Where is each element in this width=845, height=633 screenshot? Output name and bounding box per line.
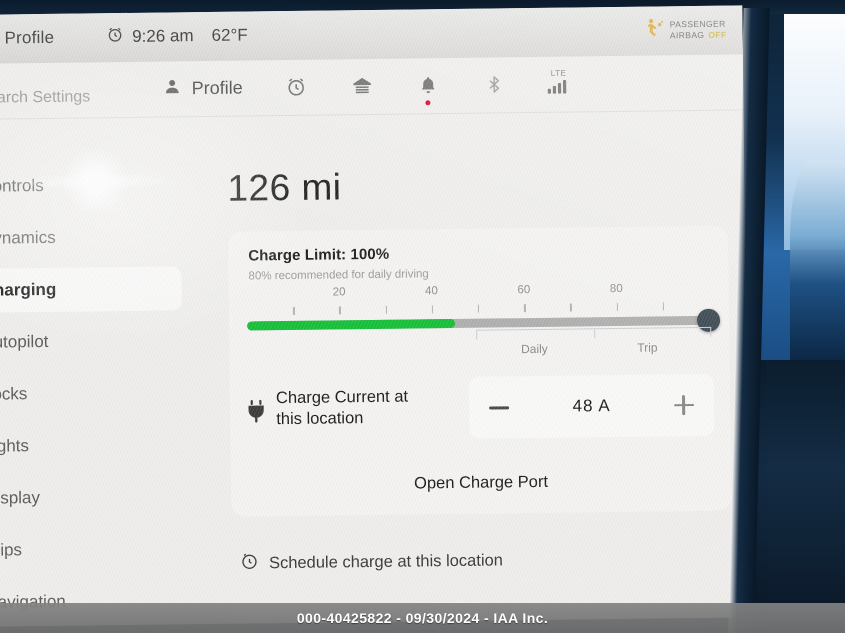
- sidebar-item-label: Locks: [0, 384, 28, 404]
- open-charge-port-button[interactable]: Open Charge Port: [231, 471, 731, 496]
- charge-zone-label-trip: Trip: [637, 340, 658, 355]
- charge-plug-icon: [246, 399, 266, 423]
- alarm-clock-icon[interactable]: [283, 74, 309, 100]
- sidebar-item-label: Dynamics: [0, 227, 56, 248]
- garage-door-icon[interactable]: [349, 73, 375, 99]
- sidebar-list: Controls Dynamics Charging Autopilot Loc…: [0, 158, 188, 626]
- airbag-line1: PASSENGER: [669, 18, 726, 30]
- background-blue-car: [790, 160, 845, 360]
- lte-label: LTE: [550, 68, 567, 78]
- status-bar-clock[interactable]: 9:26 am: [106, 25, 194, 48]
- status-bar-profile-label[interactable]: Profile: [4, 28, 54, 49]
- schedule-clock-icon: [240, 551, 259, 575]
- sidebar-item-controls[interactable]: Controls: [0, 158, 183, 212]
- charge-current-label-line2: this location: [276, 409, 364, 429]
- sidebar-item-lights[interactable]: Lights: [0, 418, 186, 472]
- connectivity-indicator[interactable]: LTE: [547, 69, 571, 99]
- charge-limit-subtitle: 80% recommended for daily driving: [248, 268, 429, 283]
- schedule-charge-row[interactable]: Schedule charge at this location: [240, 548, 503, 575]
- sidebar-item-label: Trips: [0, 540, 23, 560]
- bluetooth-icon[interactable]: [481, 71, 507, 97]
- charge-zone-bracket: [476, 326, 712, 340]
- status-bar-temperature[interactable]: 62°F: [211, 25, 247, 45]
- sidebar-item-dynamics[interactable]: Dynamics: [0, 210, 183, 264]
- charge-zone-label-daily: Daily: [520, 341, 548, 357]
- sidebar-item-label: Charging: [0, 279, 57, 300]
- charge-current-stepper: 48 A: [468, 373, 715, 439]
- watermark-band: 000-40425822 - 09/30/2024 - IAA Inc.: [0, 603, 845, 633]
- sidebar-item-autopilot[interactable]: Autopilot: [0, 314, 185, 368]
- sidebar-item-label: Display: [0, 488, 41, 508]
- charge-zone-divider: [593, 329, 595, 339]
- sidebar-item-label: Controls: [0, 175, 44, 196]
- settings-sidebar: Search Settings Controls Dynamics Chargi…: [0, 72, 188, 626]
- decrease-current-button[interactable]: [489, 405, 510, 410]
- slider-tick-label: 60: [517, 284, 531, 297]
- charging-panel: 126 mi Charge Limit: 100% 80% recommende…: [187, 115, 750, 627]
- slider-ticks: 20 40 60 80: [247, 283, 709, 318]
- airbag-state: OFF: [708, 29, 727, 41]
- range-readout: 126 mi: [227, 166, 342, 209]
- status-bar-time: 9:26 am: [132, 26, 194, 46]
- charge-current-value: 48 A: [572, 396, 611, 416]
- slider-tick-label: 20: [332, 286, 346, 299]
- search-settings-input[interactable]: Search Settings: [0, 88, 90, 107]
- passenger-airbag-icon: [645, 18, 665, 38]
- alarm-clock-icon: [106, 26, 123, 48]
- tesla-touchscreen: Profile 9:26 am 62°F PASSENGER AIRBAG OF…: [0, 5, 750, 627]
- sidebar-item-charging[interactable]: Charging: [0, 262, 184, 316]
- signal-bars-icon: [547, 79, 571, 99]
- notification-badge: [425, 100, 431, 106]
- sidebar-item-trips[interactable]: Trips: [0, 522, 187, 576]
- charge-current-label: Charge Current at this location: [276, 387, 409, 431]
- sidebar-item-display[interactable]: Display: [0, 470, 187, 524]
- charge-current-row: Charge Current at this location 48 A: [246, 373, 715, 442]
- slider-tick-label: 40: [425, 285, 438, 298]
- app-header-profile-label: Profile: [191, 77, 243, 98]
- charge-current-label-line1: Charge Current at: [275, 387, 409, 408]
- schedule-charge-label: Schedule charge at this location: [268, 550, 504, 572]
- slider-fill: [247, 318, 456, 331]
- passenger-airbag-indicator: PASSENGER AIRBAG OFF: [645, 15, 727, 41]
- sidebar-item-label: Autopilot: [0, 331, 49, 352]
- sidebar-item-label: Lights: [0, 436, 30, 456]
- photo-frame: Profile 9:26 am 62°F PASSENGER AIRBAG OF…: [0, 0, 845, 633]
- airbag-line2: AIRBAG: [669, 30, 705, 41]
- charge-limit-card: Charge Limit: 100% 80% recommended for d…: [227, 225, 732, 517]
- watermark-text: 000-40425822 - 09/30/2024 - IAA Inc.: [296, 610, 549, 626]
- notification-bell-icon[interactable]: [415, 72, 441, 106]
- sidebar-item-locks[interactable]: Locks: [0, 366, 185, 420]
- increase-current-button[interactable]: [674, 395, 694, 415]
- slider-tick-label: 80: [609, 282, 623, 296]
- charge-limit-title: Charge Limit: 100%: [248, 245, 390, 265]
